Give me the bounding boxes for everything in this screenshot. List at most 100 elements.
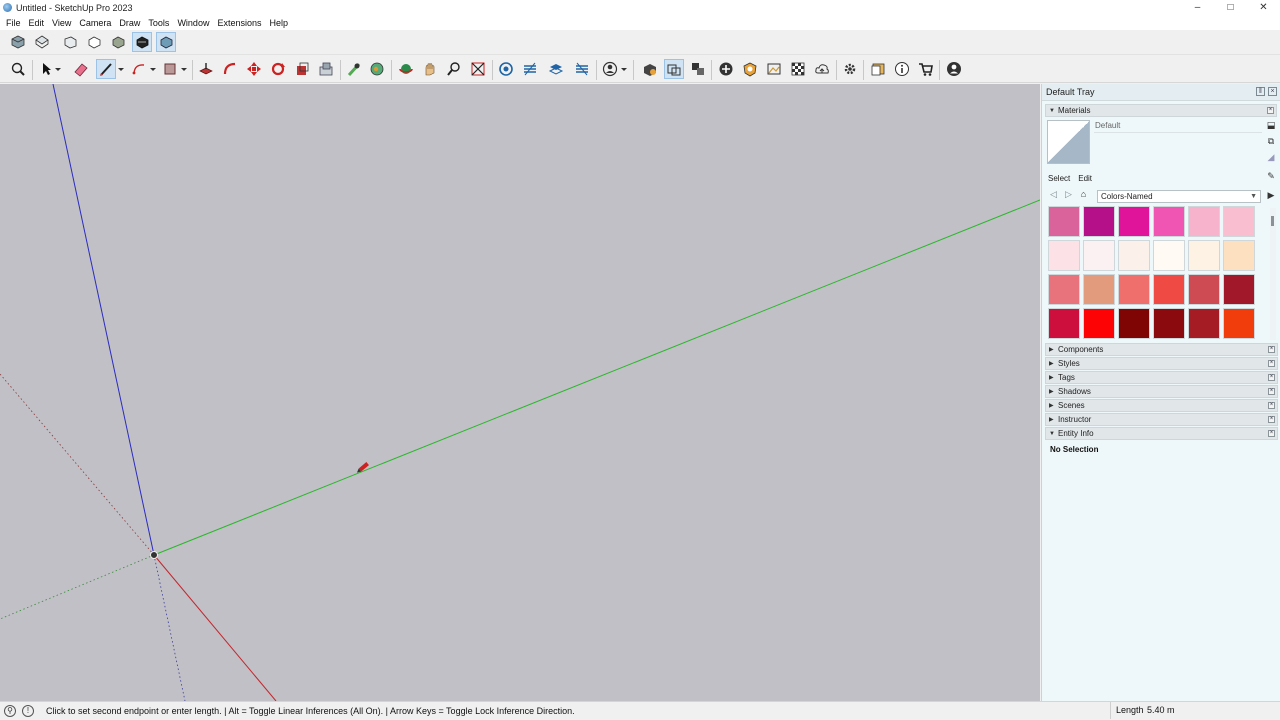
push-pull-icon[interactable]	[196, 59, 216, 79]
material-swatch[interactable]	[1118, 240, 1150, 271]
material-swatch[interactable]	[1188, 206, 1220, 237]
back-arrow-icon[interactable]: ◁	[1048, 189, 1059, 200]
add-location-icon[interactable]	[716, 59, 736, 79]
default-paint-icon[interactable]: ⧉	[1266, 136, 1276, 146]
right-view-icon[interactable]	[84, 32, 104, 52]
material-swatch[interactable]	[1048, 240, 1080, 271]
material-swatch[interactable]	[1083, 206, 1115, 237]
entity-info-panel-header[interactable]: ▼ Entity Info ×	[1045, 427, 1278, 440]
panel-close-icon[interactable]: ×	[1268, 346, 1275, 353]
components-panel-header[interactable]: ▶ Components ×	[1045, 343, 1278, 356]
material-swatch[interactable]	[1118, 274, 1150, 305]
tape-measure-icon[interactable]	[344, 59, 364, 79]
account-dropdown-icon[interactable]	[619, 59, 629, 79]
material-swatch[interactable]	[1083, 308, 1115, 339]
menu-extensions[interactable]: Extensions	[213, 18, 265, 28]
material-swatch[interactable]	[1118, 206, 1150, 237]
material-swatch[interactable]	[1048, 274, 1080, 305]
geo-location-status-icon[interactable]: ⚲	[4, 705, 16, 717]
follow-me-icon[interactable]	[220, 59, 240, 79]
material-swatch[interactable]	[1223, 308, 1255, 339]
panel-close-icon[interactable]: ×	[1268, 430, 1275, 437]
forward-arrow-icon[interactable]: ▷	[1063, 189, 1074, 200]
bottom-view-icon[interactable]	[156, 32, 176, 52]
help-status-icon[interactable]: !	[22, 705, 34, 717]
back-view-icon[interactable]	[108, 32, 128, 52]
details-arrow-icon[interactable]: ▶	[1266, 190, 1276, 200]
geo-icon[interactable]	[740, 59, 760, 79]
material-swatch[interactable]	[1083, 240, 1115, 271]
tab-edit[interactable]: Edit	[1078, 174, 1092, 183]
menu-window[interactable]: Window	[173, 18, 213, 28]
menu-draw[interactable]: Draw	[115, 18, 144, 28]
material-swatch[interactable]	[1188, 240, 1220, 271]
material-swatch[interactable]	[1153, 308, 1185, 339]
front-view-icon[interactable]	[60, 32, 80, 52]
rotate-icon[interactable]	[268, 59, 288, 79]
xray-icon[interactable]	[788, 59, 808, 79]
library-select[interactable]: Colors-Named ▼	[1097, 190, 1261, 203]
shape-dropdown-icon[interactable]	[179, 59, 189, 79]
info-icon[interactable]	[892, 59, 912, 79]
material-swatch[interactable]	[1083, 274, 1115, 305]
warehouse-icon[interactable]	[640, 59, 660, 79]
panel-close-icon[interactable]: ×	[1268, 360, 1275, 367]
swatch-scrollbar[interactable]	[1270, 208, 1276, 340]
materials-close-icon[interactable]: ×	[1267, 107, 1274, 114]
pan-icon[interactable]	[420, 59, 440, 79]
panel-close-icon[interactable]: ×	[1268, 374, 1275, 381]
profile-icon[interactable]	[944, 59, 964, 79]
eraser-icon[interactable]	[71, 59, 91, 79]
rectangle-icon[interactable]	[160, 59, 180, 79]
tray-pin-icon[interactable]: ‖	[1256, 87, 1265, 96]
material-swatch[interactable]	[1048, 206, 1080, 237]
home-icon[interactable]: ⌂	[1078, 189, 1089, 200]
instructor-panel-header[interactable]: ▶ Instructor ×	[1045, 413, 1278, 426]
menu-edit[interactable]: Edit	[25, 18, 49, 28]
section-plane-icon[interactable]	[496, 59, 516, 79]
create-material-icon[interactable]: ⬓	[1266, 120, 1276, 130]
section-fill-icon[interactable]	[572, 59, 592, 79]
settings-icon[interactable]	[840, 59, 860, 79]
zoom-icon[interactable]	[8, 59, 28, 79]
styles-icon[interactable]	[688, 59, 708, 79]
styles-panel-header[interactable]: ▶ Styles ×	[1045, 357, 1278, 370]
offset-icon[interactable]	[316, 59, 336, 79]
panel-close-icon[interactable]: ×	[1268, 402, 1275, 409]
menu-file[interactable]: File	[2, 18, 25, 28]
extension-manager-icon[interactable]	[664, 59, 684, 79]
material-swatch[interactable]	[1223, 274, 1255, 305]
tab-select[interactable]: Select	[1048, 174, 1070, 183]
arc-icon[interactable]	[129, 59, 149, 79]
minimize-button[interactable]: –	[1181, 0, 1214, 15]
material-swatch[interactable]	[1153, 206, 1185, 237]
move-icon[interactable]	[244, 59, 264, 79]
menu-view[interactable]: View	[48, 18, 75, 28]
shadows-panel-header[interactable]: ▶ Shadows ×	[1045, 385, 1278, 398]
select-dropdown-icon[interactable]	[53, 59, 63, 79]
model-axes-drawing[interactable]	[0, 84, 1040, 701]
cloud-icon[interactable]	[812, 59, 832, 79]
maximize-button[interactable]: □	[1214, 0, 1247, 15]
paint-bucket-icon[interactable]	[367, 59, 387, 79]
material-swatch[interactable]	[1153, 240, 1185, 271]
account-icon[interactable]	[600, 59, 620, 79]
material-swatch[interactable]	[1048, 308, 1080, 339]
iso-view-icon[interactable]	[8, 32, 28, 52]
material-swatch[interactable]	[1188, 274, 1220, 305]
sample-paint-icon[interactable]: ✎	[1266, 171, 1276, 181]
material-swatch[interactable]	[1188, 308, 1220, 339]
arc-dropdown-icon[interactable]	[148, 59, 158, 79]
cart-icon[interactable]	[916, 59, 936, 79]
menu-help[interactable]: Help	[265, 18, 292, 28]
line-dropdown-icon[interactable]	[116, 59, 126, 79]
section-cuts-icon[interactable]	[546, 59, 566, 79]
material-name[interactable]: Default	[1095, 121, 1120, 130]
line-icon[interactable]	[96, 59, 116, 79]
panel-close-icon[interactable]: ×	[1268, 388, 1275, 395]
materials-panel-header[interactable]: ▼ Materials ×	[1045, 104, 1277, 117]
left-view-icon[interactable]	[132, 32, 152, 52]
scale-icon[interactable]	[292, 59, 312, 79]
tags-panel-header[interactable]: ▶ Tags ×	[1045, 371, 1278, 384]
material-swatch[interactable]	[1153, 274, 1185, 305]
